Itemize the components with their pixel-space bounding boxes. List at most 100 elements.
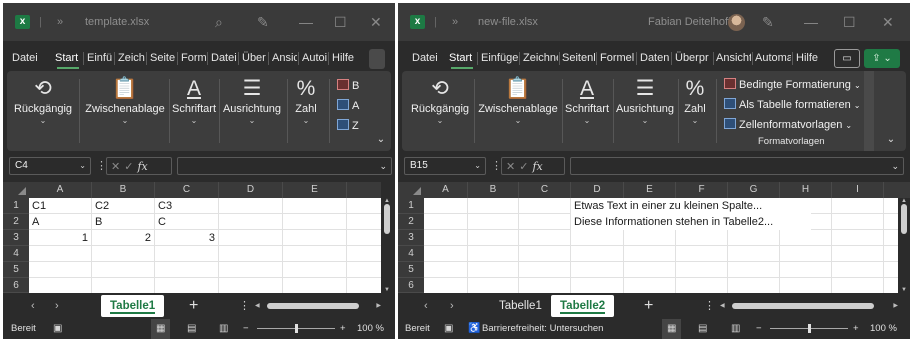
formula-input[interactable]: ⌄ xyxy=(570,157,904,175)
cell-a3[interactable]: 1 xyxy=(29,230,91,246)
zoom-in-button[interactable]: + xyxy=(340,319,346,339)
menu-hilfe[interactable]: Hilfe xyxy=(332,45,356,71)
column-header[interactable]: A xyxy=(424,182,468,198)
name-box[interactable]: C4 ⌄ xyxy=(9,157,91,175)
cell-a2[interactable]: A xyxy=(29,214,91,230)
menu-formeln[interactable]: Form xyxy=(181,45,206,71)
check-icon[interactable]: ✓ xyxy=(519,161,532,173)
close-icon[interactable]: ✕ xyxy=(882,3,894,41)
prev-sheet-icon[interactable]: ‹ xyxy=(424,293,428,319)
column-header[interactable]: E xyxy=(283,182,347,198)
menu-seitenlayout[interactable]: Seitenl xyxy=(562,45,595,71)
pen-icon[interactable]: ✎ xyxy=(762,3,774,41)
share-icon[interactable]: ⇪ ⌄ xyxy=(864,49,900,68)
fx-icon[interactable]: fx xyxy=(532,160,542,173)
comment-icon[interactable]: ▭ xyxy=(834,49,860,68)
menu-start[interactable]: Start xyxy=(449,45,475,71)
accessibility-icon[interactable]: ♿ xyxy=(468,319,480,339)
pen-icon[interactable]: ✎ xyxy=(257,3,269,41)
scroll-thumb[interactable] xyxy=(901,204,907,234)
cancel-icon[interactable]: ✕ xyxy=(506,161,519,173)
cell-d1[interactable]: Etwas Text in einer zu kleinen Spalte... xyxy=(571,198,811,214)
font-group[interactable]: A Schriftart ⌄ xyxy=(171,71,217,151)
add-sheet-icon[interactable]: + xyxy=(644,293,653,319)
scroll-right-icon[interactable]: ▶ xyxy=(893,301,898,311)
excel-logo-icon[interactable]: x xyxy=(410,15,425,29)
menu-einfuegen[interactable]: Einfü xyxy=(87,45,113,71)
more-icon[interactable]: » xyxy=(57,3,63,41)
menu-ueberpruefen[interactable]: Überpr xyxy=(675,45,712,71)
sheet-tab-tabelle2[interactable]: Tabelle2 xyxy=(551,295,615,317)
avatar[interactable] xyxy=(728,14,745,31)
scroll-right-icon[interactable]: ▶ xyxy=(376,301,381,311)
row-header[interactable]: 2 xyxy=(398,214,424,230)
select-all-corner[interactable] xyxy=(398,182,424,198)
cell-styles-button[interactable]: Z xyxy=(337,119,359,132)
share-icon[interactable] xyxy=(369,49,385,69)
column-header[interactable]: C xyxy=(519,182,571,198)
row-header[interactable]: 2 xyxy=(3,214,29,230)
tab-split-dots[interactable]: ⋮ xyxy=(239,293,250,319)
row-header[interactable]: 3 xyxy=(3,230,29,246)
select-all-corner[interactable] xyxy=(3,182,29,198)
zoom-slider-knob[interactable] xyxy=(808,324,811,333)
column-header[interactable]: B xyxy=(92,182,155,198)
conditional-format-button[interactable]: Bedingte Formatierung ⌄ xyxy=(724,78,861,91)
menu-zeichnen[interactable]: Zeichne xyxy=(523,45,558,71)
row-header[interactable]: 3 xyxy=(398,230,424,246)
more-icon[interactable]: » xyxy=(452,3,458,41)
column-header[interactable]: D xyxy=(571,182,624,198)
macro-icon[interactable]: ▣ xyxy=(53,319,62,339)
column-header[interactable]: I xyxy=(832,182,884,198)
close-icon[interactable]: ✕ xyxy=(370,3,382,41)
cell-b1[interactable]: C2 xyxy=(92,198,154,214)
column-header[interactable]: H xyxy=(780,182,832,198)
menu-seitenlayout[interactable]: Seite xyxy=(150,45,176,71)
cell-area[interactable]: Etwas Text in einer zu kleinen Spalte...… xyxy=(424,198,898,293)
excel-logo-icon[interactable]: x xyxy=(15,15,30,29)
cancel-icon[interactable]: ✕ xyxy=(111,161,124,173)
menu-einfuegen[interactable]: Einfüge xyxy=(481,45,518,71)
menu-datei[interactable]: Datei xyxy=(12,45,38,71)
search-icon[interactable]: ⌕ xyxy=(215,3,223,41)
menu-zeichnen[interactable]: Zeich xyxy=(118,45,145,71)
cell-b3[interactable]: 2 xyxy=(92,230,154,246)
scroll-left-icon[interactable]: ◀ xyxy=(255,301,260,311)
tab-split-dots[interactable]: ⋮ xyxy=(704,293,715,319)
column-header[interactable]: F xyxy=(676,182,728,198)
column-header[interactable]: E xyxy=(624,182,676,198)
column-header[interactable]: G xyxy=(728,182,780,198)
normal-view-icon[interactable]: ▦ xyxy=(662,319,682,339)
maximize-icon[interactable]: ☐ xyxy=(843,3,856,41)
row-header[interactable]: 4 xyxy=(3,246,29,262)
fx-icon[interactable]: fx xyxy=(137,160,147,173)
sheet-tab-tabelle1[interactable]: Tabelle1 xyxy=(101,295,165,317)
vertical-scrollbar[interactable]: ▲ ▼ xyxy=(899,198,909,293)
alignment-group[interactable]: ☰ Ausrichtung ⌄ xyxy=(614,71,676,151)
number-group[interactable]: % Zahl ⌄ xyxy=(289,71,323,151)
menu-daten[interactable]: Daten xyxy=(640,45,670,71)
column-header[interactable]: D xyxy=(219,182,283,198)
page-break-icon[interactable]: ▥ xyxy=(219,319,228,339)
ribbon-scroll[interactable] xyxy=(864,71,874,151)
clipboard-group[interactable]: 📋 Zwischenablage ⌄ xyxy=(83,71,167,151)
zoom-out-button[interactable]: − xyxy=(243,319,249,339)
cell-c2[interactable]: C xyxy=(155,214,218,230)
maximize-icon[interactable]: ☐ xyxy=(334,3,347,41)
row-header[interactable]: 1 xyxy=(3,198,29,214)
cell-b2[interactable]: B xyxy=(92,214,154,230)
menu-automatisieren[interactable]: Autoi xyxy=(302,45,327,71)
cell-d2[interactable]: Diese Informationen stehen in Tabelle2..… xyxy=(571,214,811,230)
menu-automatisieren[interactable]: Automa xyxy=(755,45,791,71)
row-header[interactable]: 6 xyxy=(398,278,424,293)
undo-group[interactable]: ⟲ Rückgängig ⌄ xyxy=(410,71,470,151)
conditional-format-button[interactable]: B xyxy=(337,79,359,92)
menu-daten[interactable]: Datei xyxy=(211,45,237,71)
zoom-in-button[interactable]: + xyxy=(853,319,859,339)
cell-styles-button[interactable]: Zellenformatvorlagen ⌄ xyxy=(724,118,852,131)
zoom-level[interactable]: 100 % xyxy=(870,319,897,339)
clipboard-group[interactable]: 📋 Zwischenablage ⌄ xyxy=(476,71,560,151)
menu-ueberpruefen[interactable]: Über xyxy=(242,45,267,71)
format-as-table-button[interactable]: Als Tabelle formatieren ⌄ xyxy=(724,98,860,111)
cell-a1[interactable]: C1 xyxy=(29,198,91,214)
